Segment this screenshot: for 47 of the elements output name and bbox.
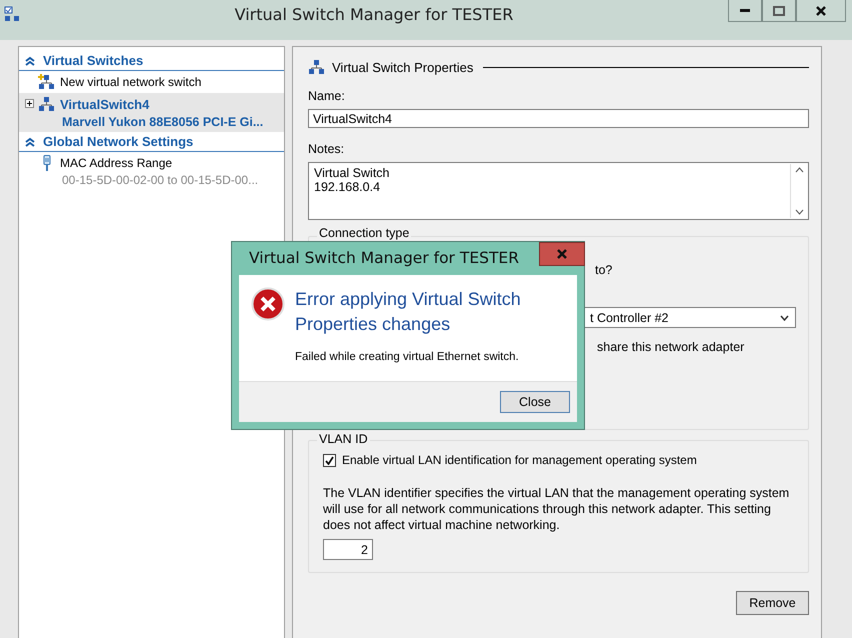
field-label: Name:: [308, 89, 346, 103]
dialog-title: Virtual Switch Manager for TESTER: [248, 248, 520, 267]
section-title: Virtual Switches: [43, 53, 144, 68]
close-button[interactable]: [796, 0, 846, 22]
error-icon: [251, 287, 285, 321]
close-dialog-button[interactable]: Close: [500, 391, 570, 413]
error-heading: Error applying Virtual Switch Properties changes: [295, 288, 522, 336]
group-legend: VLAN ID: [317, 432, 370, 446]
window-title: Virtual Switch Manager for TESTER: [234, 4, 514, 24]
minimize-icon: [740, 9, 750, 12]
section-header[interactable]: Virtual Switches: [19, 51, 284, 71]
network-icon: [38, 96, 56, 112]
network-add-icon: [38, 74, 56, 90]
network-icon: [308, 59, 326, 75]
group-legend: Connection type: [317, 227, 412, 240]
check-icon: [325, 456, 334, 464]
checkbox[interactable]: [323, 454, 336, 466]
maximize-button[interactable]: [762, 0, 796, 22]
section-title: Virtual Switch Properties: [332, 60, 474, 74]
error-message: Failed while creating virtual Ethernet switch.: [295, 351, 520, 363]
expand-box-icon[interactable]: [25, 99, 34, 108]
description-text: The VLAN identifier specifies the virtual LAN that the management operating system will use for all network communications through this network adapter. This setting does not affect virtual machine networking.: [323, 485, 790, 533]
item-detail: 00-15-5D-00-02-00 to 00-15-5D-00...: [61, 173, 258, 187]
notes-field[interactable]: Virtual Switch 192.168.0.4: [308, 162, 809, 220]
app-icon: [4, 6, 20, 22]
close-icon: [556, 249, 568, 259]
close-icon: [815, 6, 827, 16]
checkbox-label: Enable virtual LAN identification for management operating system: [342, 453, 697, 467]
section-title: Global Network Settings: [43, 134, 194, 149]
sidebar-item[interactable]: VirtualSwitch4 Marvell Yukon 88E8056 PCI-E Gi...: [19, 93, 284, 132]
remove-button[interactable]: Remove: [736, 591, 809, 615]
item-label: MAC Address Range: [60, 155, 174, 170]
section-header[interactable]: Global Network Settings: [19, 132, 284, 152]
vlan-id-field[interactable]: 2: [323, 539, 373, 560]
checkbox-label: share this network adapter: [597, 340, 746, 354]
maximize-icon: [773, 6, 785, 16]
sidebar-item[interactable]: MAC Address Range 00-15-5D-00-02-00 to 00-15-5D-00...: [19, 152, 284, 190]
name-field[interactable]: VirtualSwitch4: [308, 109, 809, 128]
caret-icon: [780, 314, 789, 320]
item-detail: Marvell Yukon 88E8056 PCI-E Gi...: [61, 115, 264, 129]
minimize-button[interactable]: [728, 0, 762, 22]
field-label: Notes:: [308, 142, 346, 156]
plug-icon: [43, 155, 51, 171]
sidebar-item[interactable]: New virtual network switch: [19, 71, 284, 93]
item-label: VirtualSwitch4: [60, 96, 150, 112]
item-label: New virtual network switch: [60, 74, 202, 89]
question-text: to?: [595, 263, 614, 277]
